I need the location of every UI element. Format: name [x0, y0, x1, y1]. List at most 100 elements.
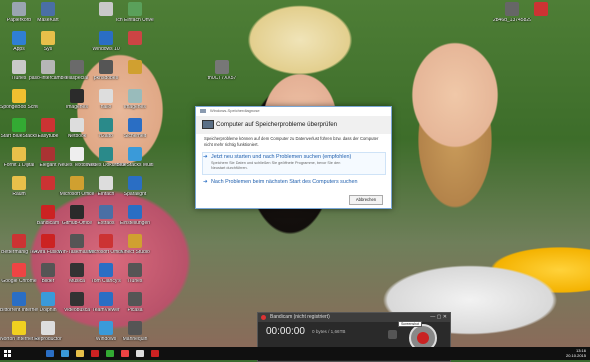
- desktop-icon[interactable]: pkhsdobes: [91, 60, 121, 90]
- desktop-icon[interactable]: Raum: [4, 176, 34, 206]
- desktop-icon[interactable]: Tom Clancy's: [91, 263, 121, 293]
- desktop-icon[interactable]: Musica: [62, 263, 92, 293]
- desktop-icon[interactable]: Sicherheit: [120, 118, 150, 148]
- restart-now-option[interactable]: ➜ Jetzt neu starten und nach Problemen s…: [203, 154, 351, 171]
- desktop-icon-label: Einstellungen: [119, 221, 151, 226]
- app-icon: [70, 234, 84, 248]
- app-icon: [41, 60, 55, 74]
- desktop-icon[interactable]: Bilder: [33, 263, 63, 293]
- taskbar-app-icon[interactable]: [91, 350, 99, 357]
- desktop-icon[interactable]: Extraos: [91, 205, 121, 235]
- desktop-icon[interactable]: Avira Fusion: [33, 234, 63, 264]
- desktop-icon[interactable]: Start BlueStacks: [1, 118, 37, 148]
- taskbar-app-icon[interactable]: [76, 350, 84, 357]
- taskbar-app-icon[interactable]: [61, 350, 69, 357]
- image-icon: [128, 89, 142, 103]
- desktop-icon[interactable]: imagenes: [62, 89, 92, 119]
- bluestacks-icon: [12, 118, 26, 132]
- dialog-titlebar-text: Windows-Speicherdiagnose: [210, 108, 260, 113]
- desktop-icon[interactable]: Easytube: [33, 118, 63, 148]
- desktop-icon[interactable]: GitHub-Office: [62, 205, 92, 235]
- itunes-icon: [12, 60, 26, 74]
- desktop-icon[interactable]: Bittorrent Internet Explorer: [0, 292, 38, 322]
- desktop-icon[interactable]: th0CT7XX57: [207, 60, 237, 90]
- bandicam-icon: [41, 205, 55, 219]
- desktop-icon[interactable]: Picasa: [120, 292, 150, 322]
- desktop-icon[interactable]: Dolphin: [33, 292, 63, 322]
- taskbar-app-icon[interactable]: [136, 350, 144, 357]
- desktop-icon[interactable]: Einfach: [91, 176, 121, 206]
- desktop-icon[interactable]: paso-intercambio: [29, 60, 67, 90]
- desktop-icon[interactable]: Fornit 1 Dijital: [4, 147, 34, 177]
- dialog-description: Speicherprobleme können auf dem Computer…: [204, 136, 379, 147]
- desktop-icon[interactable]: Videobusca: [62, 292, 92, 322]
- image-icon: [128, 176, 142, 190]
- desktop-icon[interactable]: Sparalight: [120, 176, 150, 206]
- check-next-start-label: Nach Problemen beim nächsten Start des C…: [211, 179, 358, 185]
- desktop-icon[interactable]: Microsoft Office: [89, 234, 123, 264]
- taskbar-app-icon[interactable]: [121, 350, 129, 357]
- desktop-icon[interactable]: hallo: [91, 89, 121, 119]
- folder-icon: [12, 147, 26, 161]
- desktop-icon-label: BlueStacks Multi: [116, 163, 154, 168]
- desktop-icon[interactable]: Ich Einfach Unverbesserlich: [116, 2, 154, 32]
- desktop-icon[interactable]: [120, 31, 150, 61]
- desktop-icon[interactable]: Bandicam: [33, 205, 63, 235]
- desktop-icon[interactable]: Google Chrome: [1, 263, 37, 293]
- cancel-button[interactable]: Abbrechen: [349, 195, 383, 205]
- desktop-icon[interactable]: 2b46d_13745829...: [493, 2, 531, 32]
- desktop-icon[interactable]: [91, 2, 121, 32]
- record-indicator-icon: [261, 315, 266, 320]
- desktop-icon[interactable]: TeamViewer: [91, 292, 121, 322]
- taskbar-app-icon[interactable]: [151, 350, 159, 357]
- desktop-icon[interactable]: Einstellungen: [120, 205, 150, 235]
- start-button[interactable]: [4, 350, 11, 357]
- desktop-icon[interactable]: [120, 60, 150, 90]
- desktop-icon[interactable]: Windows 10: [91, 31, 121, 61]
- desktop-icon[interactable]: Elegant: [33, 147, 63, 177]
- desktop-icon[interactable]: Bettermanig Teil: [1, 234, 37, 264]
- desktop-icon[interactable]: Win-Taskmaster verschiedenes: [58, 234, 96, 264]
- desktop-icon[interactable]: [33, 176, 63, 206]
- app-icon: [128, 321, 142, 335]
- dialog-heading: Computer auf Speicherprobleme überprüfen: [216, 121, 338, 128]
- desktop-icon[interactable]: h2alto: [91, 118, 121, 148]
- desktop-icon[interactable]: Netbook: [62, 118, 92, 148]
- desktop-icon[interactable]: Neues Textdokument: [58, 147, 96, 177]
- desktop-icon-label: Mannequin: [122, 337, 148, 342]
- desktop-icon[interactable]: imagenes: [120, 89, 150, 119]
- desktop-icon[interactable]: Kinect Studio: [120, 234, 150, 264]
- app-icon: [70, 205, 84, 219]
- monitor-icon: [202, 120, 214, 129]
- app-icon: [534, 2, 548, 16]
- taskbar-clock[interactable]: 13:16 20.10.2015: [566, 348, 586, 358]
- desktop-icon[interactable]: Apps: [4, 31, 34, 61]
- desktop-icon[interactable]: Neues Dokument: [87, 147, 125, 177]
- arrow-right-icon: ➜: [203, 154, 208, 160]
- desktop-icon[interactable]: [526, 2, 556, 32]
- app-icon: [70, 263, 84, 277]
- check-next-start-option[interactable]: ➜ Nach Problemen beim nächsten Start des…: [203, 179, 358, 185]
- desktop-icon[interactable]: MaseKart: [33, 2, 63, 32]
- desktop-icon[interactable]: iTunes: [120, 263, 150, 293]
- app-icon: [70, 60, 84, 74]
- image-icon: [215, 60, 229, 74]
- desktop-icon[interactable]: SpongeBob Schwammkopf: [0, 89, 38, 119]
- window-controls[interactable]: — ▢ ✕: [430, 313, 447, 322]
- desktop-icon[interactable]: Papierkorb: [4, 2, 34, 32]
- pause-button[interactable]: [388, 330, 397, 339]
- desktop-icon-label: Kinect Studio: [120, 250, 150, 255]
- app-icon: [70, 176, 84, 190]
- taskbar-app-icon[interactable]: [106, 350, 114, 357]
- desktop-icon[interactable]: BlueStacks Multi: [117, 147, 153, 177]
- app-icon: [99, 234, 113, 248]
- app-icon: [99, 321, 113, 335]
- desktop-icon[interactable]: Microsoft Office: [60, 176, 94, 206]
- dialog-titlebar[interactable]: Windows-Speicherdiagnose: [196, 107, 391, 115]
- taskbar-app-icon[interactable]: [46, 350, 54, 357]
- desktop-icon-label: SpongeBob Schwammkopf: [0, 105, 38, 110]
- desktop-icon[interactable]: elaspecial: [62, 60, 92, 90]
- taskbar: 13:16 20.10.2015: [0, 347, 590, 360]
- desktop-icon[interactable]: iTunes: [4, 60, 34, 90]
- desktop-icon[interactable]: Sys: [33, 31, 63, 61]
